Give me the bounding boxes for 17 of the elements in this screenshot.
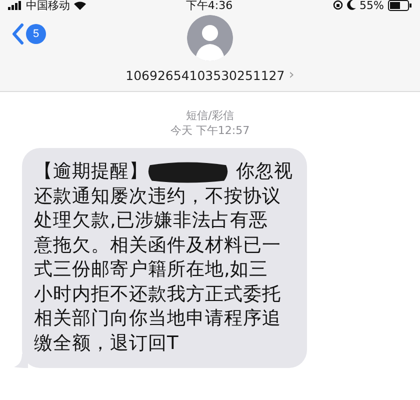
back-button[interactable]: 5 [12,23,46,45]
moon-icon [346,0,356,10]
contact-number[interactable]: 10692654103530251127 › [126,67,294,83]
battery-icon [388,0,412,10]
unread-count-badge: 5 [26,24,46,44]
message-timestamp: 今天 下午12:57 [170,123,250,138]
signal-icon [8,0,22,10]
avatar-icon [187,15,233,61]
message-title: 【逾期提醒】 [34,160,148,184]
back-chevron-icon [12,23,24,45]
message-text: 你忽视 [236,160,293,184]
clock-time: 下午4:36 [186,0,233,12]
message-body: 还款通知屡次违约，不按协议处理欠款,已涉嫌非法占有恶意拖欠。相关函件及材料已一式三份邮寄户籍所在地,如三小时内拒不还款我方正式委托相关部门向你当地申请程序追缴全额，退订回T [34,184,282,356]
message-type-label: 短信/彩信 [186,108,234,123]
battery-percent: 55% [360,0,384,12]
lock-rotation-icon [332,0,343,10]
wifi-icon [74,0,86,10]
